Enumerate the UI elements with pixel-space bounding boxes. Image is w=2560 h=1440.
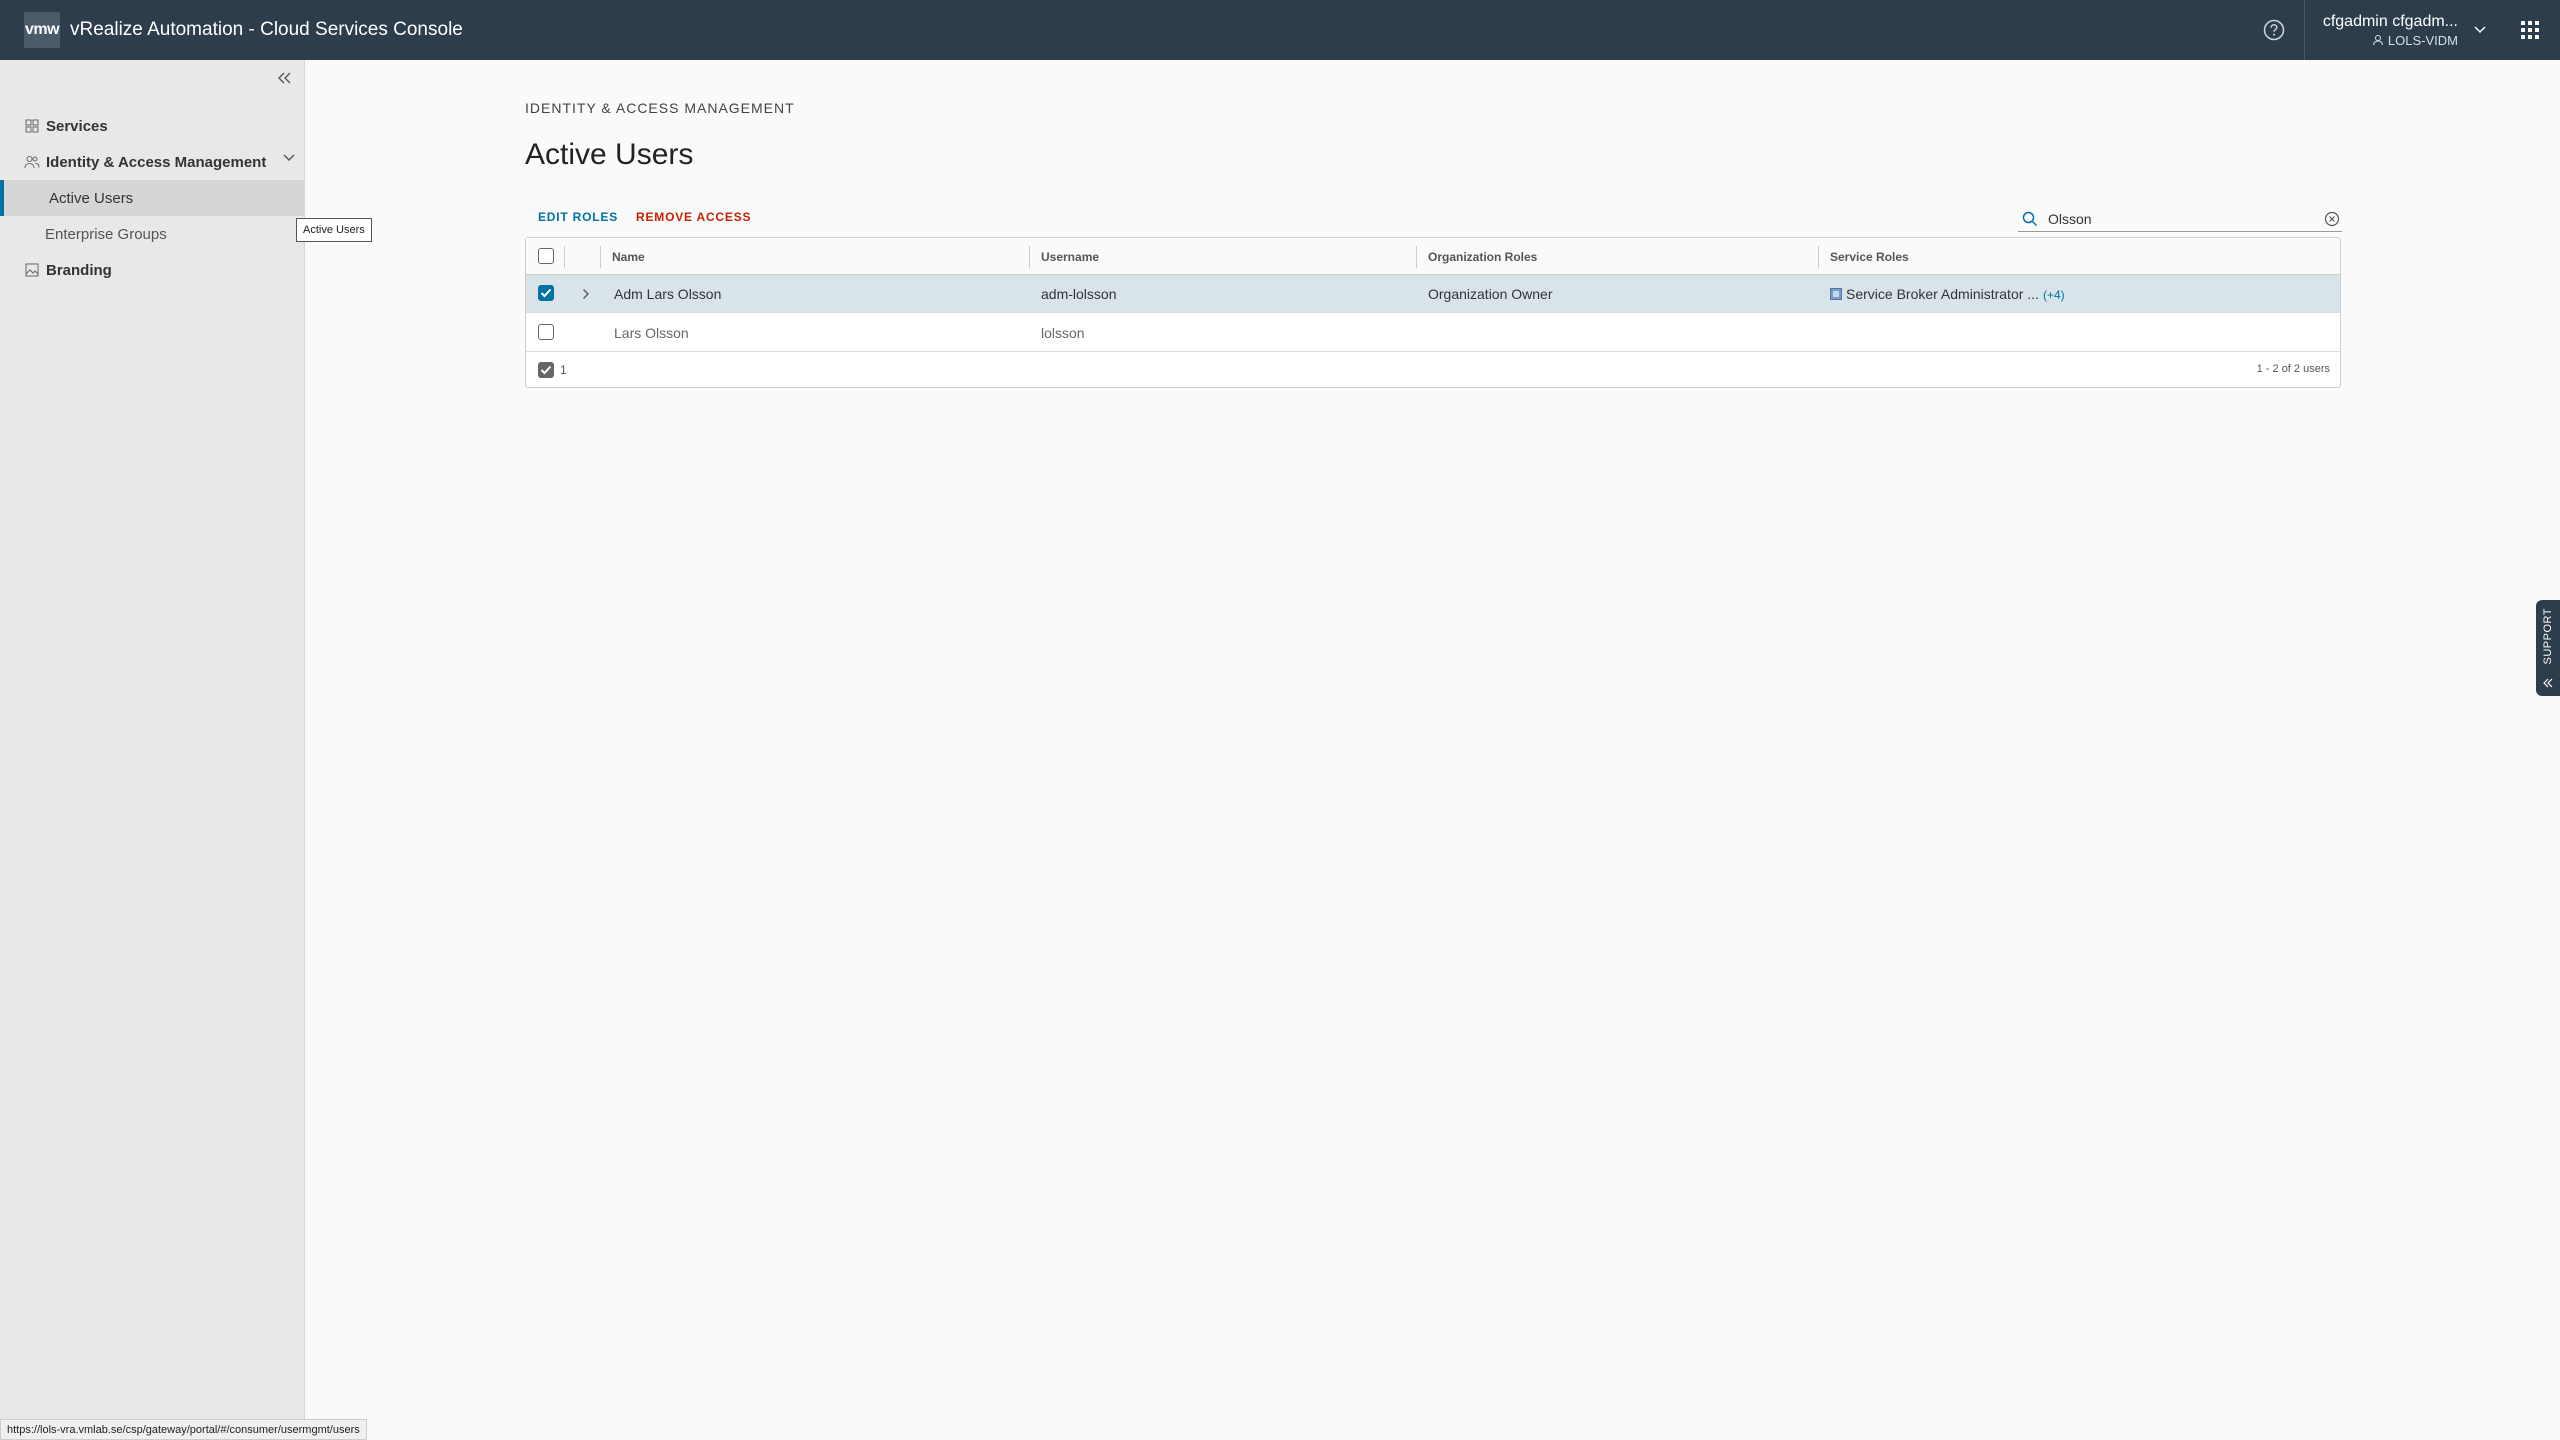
sidebar-item-active-users[interactable]: Active Users [0,180,305,216]
grid-icon [24,118,40,134]
row-checkbox[interactable] [538,324,554,340]
cell-username: adm-lolsson [1041,286,1117,302]
support-tab[interactable]: SUPPORT [2536,600,2560,696]
users-table: Name Username Organization Roles Service… [525,237,2341,388]
service-icon [1830,288,1842,300]
checkmark-icon [540,288,552,298]
chevron-left-icon [2543,678,2553,688]
cell-name: Adm Lars Olsson [614,286,722,302]
table-row[interactable]: Lars Olsson lolsson [526,314,2340,352]
column-header-org-roles[interactable]: Organization Roles [1428,250,1537,264]
user-org-label: LOLS-VIDM [2387,32,2458,48]
cell-name: Lars Olsson [614,325,689,341]
column-header-name[interactable]: Name [612,250,645,264]
cell-username: lolsson [1041,325,1085,341]
search-icon [2020,209,2040,229]
edit-roles-button[interactable]: EDIT ROLES [538,210,618,224]
user-name: cfgadmin cfgadm... [2322,12,2458,30]
column-separator[interactable] [1029,246,1030,268]
search-value[interactable]: Olsson [2048,211,2322,227]
select-all-checkbox[interactable] [538,248,554,264]
support-label: SUPPORT [2542,608,2554,665]
tooltip: Active Users [296,218,372,242]
table-row[interactable]: Adm Lars Olsson adm-lolsson Organization… [526,275,2340,313]
chevron-down-icon [283,154,295,161]
user-menu[interactable]: cfgadmin cfgadm... LOLS-VIDM [2305,0,2500,60]
sidebar-item-label: Identity & Access Management [46,153,267,171]
image-icon [24,262,40,278]
page-title: Active Users [525,138,694,171]
table-header: Name Username Organization Roles Service… [526,238,2340,275]
table-footer: 1 1 - 2 of 2 users [526,352,2340,388]
cell-org-roles: Organization Owner [1428,286,1553,302]
app-title: vRealize Automation - Cloud Services Con… [70,19,463,40]
sidebar-item-label: Active Users [49,189,134,207]
remove-access-button[interactable]: REMOVE ACCESS [636,210,751,224]
clear-search-icon[interactable] [2322,209,2342,229]
breadcrumb: IDENTITY & ACCESS MANAGEMENT [525,100,795,116]
user-org: LOLS-VIDM [2372,33,2458,48]
top-header: vmw vRealize Automation - Cloud Services… [0,0,2560,60]
column-separator [564,246,565,268]
column-separator [600,246,601,268]
status-bar-url: https://lols-vra.vmlab.se/csp/gateway/po… [0,1419,367,1440]
selected-count: 1 [560,363,567,377]
sidebar-item-services[interactable]: Services [0,108,305,144]
org-icon [2372,35,2383,46]
collapse-sidebar-icon[interactable] [272,66,296,90]
column-header-service-roles[interactable]: Service Roles [1830,250,1909,264]
service-role-label: Service Broker Administrator ... [1846,286,2039,302]
search-input[interactable]: Olsson [2018,206,2342,232]
header-actions: cfgadmin cfgadm... LOLS-VIDM [2244,0,2560,60]
column-header-username[interactable]: Username [1041,250,1099,264]
chevron-down-icon [2474,26,2486,34]
sidebar-item-label: Branding [46,261,112,279]
pagination-text: 1 - 2 of 2 users [2256,363,2330,375]
sidebar-item-enterprise-groups[interactable]: Enterprise Groups [0,216,305,252]
row-checkbox[interactable] [538,285,554,301]
column-separator[interactable] [1818,246,1819,268]
expand-row-icon[interactable] [578,286,594,302]
sidebar-item-branding[interactable]: Branding [0,252,305,288]
sidebar-item-identity-access[interactable]: Identity & Access Management [0,144,305,180]
more-roles-link[interactable]: (+4) [2043,288,2065,302]
sidebar-item-label: Services [46,117,108,135]
vmware-logo[interactable]: vmw [24,12,60,48]
users-icon [24,154,40,170]
sidebar-item-label: Enterprise Groups [45,225,167,243]
cell-service-roles: Service Broker Administrator ... (+4) [1830,286,2065,302]
column-separator[interactable] [1416,246,1417,268]
help-icon[interactable] [2244,0,2304,60]
apps-grid-icon[interactable] [2500,0,2560,60]
selection-count-icon [538,362,554,378]
sidebar: Services Identity & Access Management Ac… [0,60,305,1440]
